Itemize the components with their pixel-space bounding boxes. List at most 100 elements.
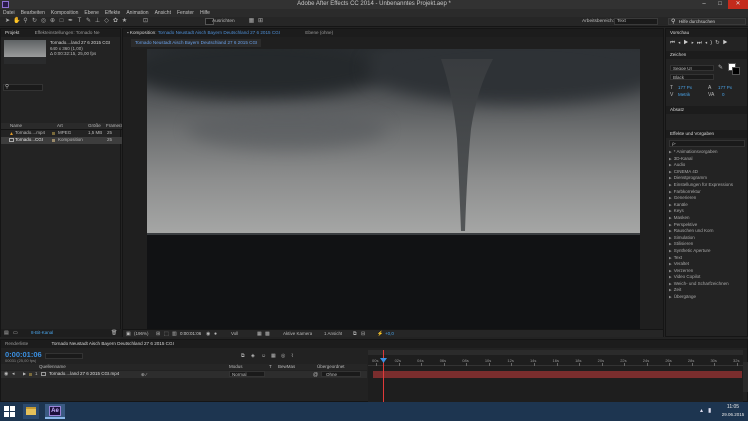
col-fps[interactable]: Framera: [106, 123, 123, 129]
audio-icon[interactable]: ◂): [705, 40, 715, 46]
effect-category[interactable]: ▶ Weich- und Scharfzeichnen: [669, 281, 747, 288]
safe-zones-icon[interactable]: ⊞: [156, 331, 160, 337]
fast-preview-icon[interactable]: ⚡: [377, 331, 383, 337]
effect-category[interactable]: ▶ Synthetic Aperture: [669, 248, 747, 255]
layer-label-color[interactable]: [29, 373, 32, 376]
zoom-tool-icon[interactable]: ⚲: [22, 18, 29, 25]
draft-3d-icon[interactable]: ◈: [251, 353, 255, 359]
col-name[interactable]: Name: [10, 123, 22, 129]
lock-icon[interactable]: ▪: [127, 30, 129, 35]
current-time-indicator[interactable]: [383, 350, 384, 402]
effect-category[interactable]: ▶ Übergänge: [669, 294, 747, 301]
effect-category[interactable]: ▶ Masken: [669, 215, 747, 222]
tab-timeline-comp[interactable]: Tornado Neustadt Aisch Bayern Deutschlan…: [52, 341, 174, 346]
motion-blur-icon[interactable]: ◎: [281, 353, 285, 359]
timeline-track-area[interactable]: 00s 02s 04s 06s 08s 10s 12s 14s 16s 18s 20s 22s 24s 2…: [368, 350, 743, 402]
axis-icon[interactable]: ⊞: [257, 18, 264, 25]
transparency-icon[interactable]: ▩: [265, 331, 270, 337]
visibility-eye-icon[interactable]: ◉: [4, 371, 8, 377]
menu-hilfe[interactable]: Hilfe: [200, 10, 210, 16]
timeline-scrollbar[interactable]: [743, 362, 748, 392]
font-size-value[interactable]: 177 Px: [678, 85, 692, 91]
exposure-value[interactable]: +0,0: [385, 331, 394, 337]
effect-category[interactable]: ▶ Generieren: [669, 195, 747, 202]
interpret-footage-icon[interactable]: ▤: [4, 330, 9, 336]
hand-tool-icon[interactable]: ✋: [13, 18, 20, 25]
last-frame-icon[interactable]: ⏭: [697, 40, 705, 46]
expand-layer-icon[interactable]: ▶: [23, 371, 26, 376]
project-item-selected[interactable]: Tornado...CGI Komposition 25: [1, 137, 122, 144]
tab-character[interactable]: Zeichen: [670, 52, 686, 57]
eyedropper-icon[interactable]: ✎: [718, 64, 723, 71]
leading-value[interactable]: 177 Px: [718, 85, 732, 91]
workspace-select[interactable]: Text: [614, 18, 658, 25]
project-item[interactable]: ▲ Tornado....mp4 MPEG 1,5 MB 25: [1, 130, 122, 137]
tab-composition[interactable]: Komposition: [130, 30, 155, 35]
loop-icon[interactable]: ↻: [715, 40, 723, 46]
menu-ebene[interactable]: Ebene: [84, 10, 98, 16]
tray-arrow-icon[interactable]: ▴: [700, 407, 703, 414]
trash-icon[interactable]: 🗑: [111, 330, 117, 336]
effect-category[interactable]: ▶ Keys: [669, 208, 747, 215]
windows-start-icon[interactable]: [4, 406, 15, 417]
text-tool-icon[interactable]: T: [76, 18, 83, 25]
tracking-value[interactable]: 0: [722, 92, 725, 98]
layer-row[interactable]: ◉ ◂ ▶ 1 Tornado....land 27 6 2015 CGI.mp…: [1, 371, 367, 378]
network-icon[interactable]: ▮: [708, 407, 711, 414]
layer-switch-box[interactable]: [161, 372, 171, 377]
effect-category[interactable]: ▶ Veraltet: [669, 261, 747, 268]
layer-mode-select[interactable]: Normal: [229, 371, 265, 377]
ram-preview-icon[interactable]: ▶: [723, 40, 731, 46]
menu-datei[interactable]: Datei: [3, 10, 15, 16]
timeline-search-input[interactable]: [45, 353, 83, 359]
work-area-bar[interactable]: [368, 350, 743, 355]
layer-duration-bar[interactable]: [373, 371, 742, 378]
effect-category[interactable]: ▶ Verzerren: [669, 268, 747, 275]
tab-composition-name[interactable]: Tornado Neustadt Aisch Bayern Deutschlan…: [158, 30, 280, 35]
shape-tool-icon[interactable]: □: [58, 18, 65, 25]
puppet-tool-icon[interactable]: ★: [121, 18, 128, 25]
effect-category[interactable]: ▶ CINEMA 4D: [669, 169, 747, 176]
col-mode[interactable]: Modus: [229, 364, 243, 370]
tab-preview[interactable]: Vorschau: [670, 30, 689, 35]
tab-layer[interactable]: Ebene (ohne): [305, 30, 333, 35]
mask-icon[interactable]: ⬚: [164, 331, 169, 337]
col-source-name[interactable]: Quellenname: [39, 364, 66, 370]
snapshot-icon[interactable]: ▥: [172, 331, 177, 337]
audio-speaker-icon[interactable]: ◂: [12, 371, 15, 377]
comp-subtab[interactable]: Tornado Neustadt Aisch Bayern Deutschlan…: [131, 39, 262, 47]
grid-icon[interactable]: ▦: [248, 18, 255, 25]
help-search-input[interactable]: Hilfe durchsuchen: [668, 18, 746, 25]
roto-tool-icon[interactable]: ✿: [112, 18, 119, 25]
tab-render-queue[interactable]: Renderliste: [5, 341, 28, 346]
effect-category[interactable]: ▶ 3D-Kanal: [669, 156, 747, 163]
layer-switches[interactable]: ⊕ ⁄: [141, 372, 147, 378]
effect-category[interactable]: ▶ Audio: [669, 162, 747, 169]
camera-icon[interactable]: ◉: [206, 331, 210, 337]
minimize-button[interactable]: –: [696, 0, 712, 9]
views-select[interactable]: 1 Ansicht: [324, 331, 342, 337]
effect-category[interactable]: ▶ Rauschen und Korn: [669, 228, 747, 235]
col-size[interactable]: Größe: [88, 123, 101, 129]
effect-category[interactable]: ▶ Perspektive: [669, 222, 747, 229]
menu-ansicht[interactable]: Ansicht: [155, 10, 171, 16]
effect-category[interactable]: ▶ Stilisieren: [669, 241, 747, 248]
comp-mini-flowchart-icon[interactable]: ⧉: [241, 353, 245, 359]
layer-name[interactable]: Tornado....land 27 6 2015 CGI.mp4: [49, 371, 119, 377]
tab-effect-controls[interactable]: Effekteinstellungen: Tornado Ne: [35, 30, 100, 35]
menu-animation[interactable]: Animation: [126, 10, 148, 16]
new-folder-icon[interactable]: ▭: [13, 330, 18, 336]
col-type[interactable]: Art: [57, 123, 63, 129]
tab-effects-presets[interactable]: Effekte und Vorgaben: [670, 131, 714, 136]
pen-tool-icon[interactable]: ✒: [67, 18, 74, 25]
col-t[interactable]: T: [269, 364, 272, 370]
comp-timecode[interactable]: 0:00:01:06: [180, 331, 201, 337]
effect-category[interactable]: ▶ Dienstprogramm: [669, 175, 747, 182]
system-clock[interactable]: 11:05 29.06.2015: [720, 404, 746, 418]
color-icon[interactable]: ●: [214, 331, 217, 337]
shy-icon[interactable]: ☺: [261, 353, 266, 359]
effect-category[interactable]: ▶ * Animationsvorgaben: [669, 149, 747, 156]
effect-category[interactable]: ▶ Kanäle: [669, 202, 747, 209]
after-effects-taskbar-button[interactable]: Ae: [45, 404, 65, 419]
close-button[interactable]: ✕: [728, 0, 748, 9]
